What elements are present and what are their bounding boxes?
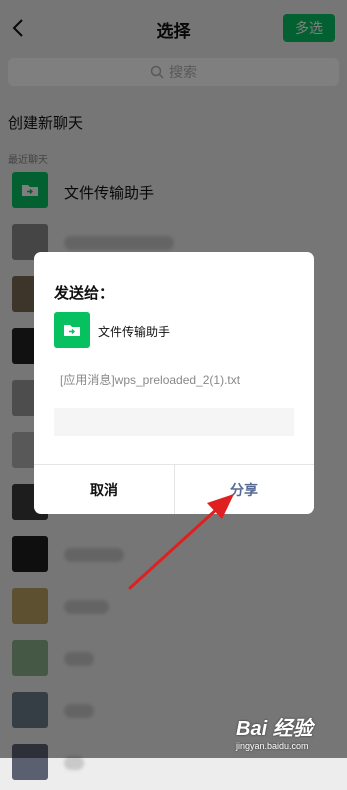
watermark-logo: Bai 经验 [236,718,313,740]
share-button[interactable]: 分享 [174,465,314,514]
message-input[interactable] [54,408,294,436]
baidu-watermark: Bai 经验 jingyan.baidu.com [236,712,313,751]
cancel-button[interactable]: 取消 [34,465,175,514]
share-select-page: 选择 多选 搜索 创建新聊天 最近聊天 文件传输助手 [0,0,347,780]
dialog-footer: 取消 分享 [34,464,314,514]
share-dialog: 发送给： 文件传输助手 [应用消息]wps_preloaded_2(1).txt… [34,252,314,514]
file-message: [应用消息]wps_preloaded_2(1).txt [60,373,241,387]
dialog-title: 发送给： [54,285,115,302]
file-transfer-icon [54,312,90,348]
watermark-url: jingyan.baidu.com [236,741,309,751]
recipient-name: 文件传输助手 [98,325,171,339]
blurred-chat-name [64,756,84,770]
